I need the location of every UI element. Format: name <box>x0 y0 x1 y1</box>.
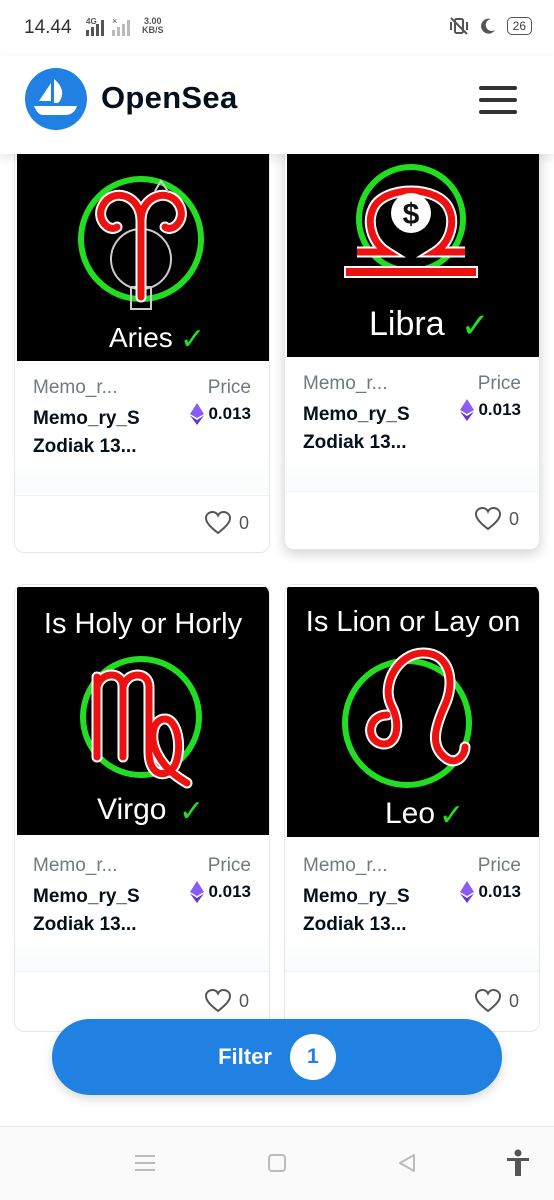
favorite-button[interactable]: 0 <box>474 989 519 1013</box>
price-amount: 0.013 <box>208 882 251 901</box>
network-speed: 3.00 KB/S <box>142 17 164 35</box>
price-value: 0.013 <box>460 881 521 903</box>
price-value: 0.013 <box>460 399 521 421</box>
opensea-logo-icon[interactable] <box>25 68 87 130</box>
filter-label: Filter <box>218 1044 272 1069</box>
asset-name[interactable]: Memo_ry_S Zodiak 13... <box>303 401 443 457</box>
favorite-button[interactable]: 0 <box>204 989 249 1013</box>
heart-icon <box>474 507 501 531</box>
collection-name[interactable]: Memo_r... <box>303 855 387 877</box>
collection-name[interactable]: Memo_r... <box>303 373 387 395</box>
signal-icon: 4G × <box>86 16 130 36</box>
home-icon[interactable] <box>267 1153 287 1173</box>
top-navbar: OpenSea <box>0 56 554 154</box>
accessibility-icon[interactable] <box>505 1149 531 1177</box>
art-top-text: Is Holy or Horly <box>44 608 243 640</box>
price-label: Price <box>477 855 521 876</box>
price-label: Price <box>207 377 251 398</box>
heart-icon <box>204 989 231 1013</box>
status-time: 14.44 <box>24 17 72 38</box>
svg-text:$: $ <box>403 198 420 231</box>
check-mark-icon: ✓ <box>179 794 204 829</box>
nft-image[interactable]: Is Holy or Horly Virgo ✓ <box>17 587 269 835</box>
check-mark-icon: ✓ <box>180 322 205 357</box>
asset-card[interactable]: Aries ✓ Memo_r... Price 0.013 Memo_ry_S … <box>14 154 270 553</box>
like-count: 0 <box>508 508 519 529</box>
asset-card[interactable]: Is Holy or Horly Virgo ✓ Memo_r... Price… <box>14 584 270 1032</box>
brand-name[interactable]: OpenSea <box>101 80 237 116</box>
like-count: 0 <box>238 512 249 533</box>
collection-name[interactable]: Memo_r... <box>33 377 117 399</box>
back-icon[interactable] <box>397 1153 417 1173</box>
favorite-button[interactable]: 0 <box>204 511 249 535</box>
filter-button[interactable]: Filter 1 <box>52 1019 502 1095</box>
nft-image[interactable]: Aries ✓ <box>17 154 269 361</box>
like-count: 0 <box>238 990 249 1011</box>
system-navigation-bar <box>0 1126 554 1200</box>
art-sign-label: Virgo <box>97 793 167 826</box>
collection-name[interactable]: Memo_r... <box>33 855 117 877</box>
price-amount: 0.013 <box>208 404 251 423</box>
price-value: 0.013 <box>190 403 251 425</box>
ethereum-icon <box>460 881 475 903</box>
recent-apps-icon[interactable] <box>134 1153 156 1173</box>
check-mark-icon: ✓ <box>461 306 490 346</box>
like-count: 0 <box>508 990 519 1011</box>
nft-image[interactable]: Is Lion or Lay on Leo ✓ <box>287 587 539 837</box>
heart-icon <box>204 511 231 535</box>
svg-text:×: × <box>112 16 117 26</box>
check-mark-icon: ✓ <box>439 798 464 833</box>
price-amount: 0.013 <box>478 882 521 901</box>
heart-icon <box>474 989 501 1013</box>
asset-card[interactable]: Is Lion or Lay on Leo ✓ Memo_r... Price … <box>284 584 540 1032</box>
price-value: 0.013 <box>190 881 251 903</box>
asset-card[interactable]: $ Libra ✓ Memo_r... Price 0.013 Memo_ry_… <box>284 154 540 550</box>
ethereum-icon <box>460 399 475 421</box>
asset-grid: Aries ✓ Memo_r... Price 0.013 Memo_ry_S … <box>0 154 554 1126</box>
status-bar: 14.44 4G × 3.00 KB/S 26 <box>0 0 554 56</box>
moon-icon <box>480 18 495 34</box>
filter-count-badge: 1 <box>289 1034 336 1080</box>
art-top-text: Is Lion or Lay on <box>306 606 520 638</box>
price-label: Price <box>477 373 521 394</box>
price-amount: 0.013 <box>478 400 521 419</box>
hamburger-menu-icon[interactable] <box>479 86 519 114</box>
art-sign-label: Libra <box>369 305 445 343</box>
ethereum-icon <box>190 403 205 425</box>
battery-indicator: 26 <box>506 17 532 35</box>
vibrate-icon <box>449 17 468 35</box>
network-type-label: 4G <box>86 17 97 26</box>
price-label: Price <box>207 855 251 876</box>
speed-unit: KB/S <box>142 25 164 35</box>
sailboat-logo-icon <box>34 79 77 115</box>
favorite-button[interactable]: 0 <box>474 507 519 531</box>
nft-image[interactable]: $ Libra ✓ <box>287 154 539 357</box>
status-icons: 26 <box>449 16 532 36</box>
art-sign-label: Leo <box>385 797 435 830</box>
art-sign-label: Aries <box>109 322 173 353</box>
ethereum-icon <box>190 881 205 903</box>
